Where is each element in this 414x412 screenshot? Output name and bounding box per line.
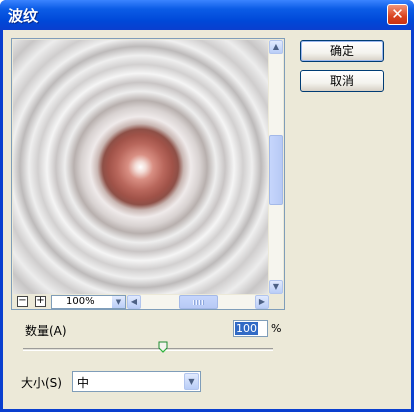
scroll-down-button[interactable]: ▼ (269, 280, 283, 294)
size-selected-value: 中 (77, 376, 90, 390)
arrow-left-icon: ◀ (130, 297, 138, 306)
vertical-scrollbar[interactable]: ▲ ▼ (269, 40, 283, 294)
vertical-scroll-thumb[interactable] (269, 135, 283, 205)
cancel-button[interactable]: 取消 (300, 70, 384, 92)
preview-bottom-bar: − + 100% ▼ ◀ ▶ (13, 295, 283, 309)
title-bar[interactable]: 波纹 ✕ (0, 0, 414, 30)
amount-label: 数量(A) (25, 324, 67, 338)
amount-value: 100 (235, 322, 258, 335)
arrow-right-icon: ▶ (258, 297, 266, 306)
scroll-right-button[interactable]: ▶ (255, 295, 269, 309)
size-select[interactable]: 中 ▼ (72, 371, 201, 392)
horizontal-scrollbar[interactable]: ◀ ▶ (127, 295, 269, 309)
zoom-out-button[interactable]: − (17, 296, 28, 307)
preview-panel: ▲ ▼ − + 100% ▼ ◀ ▶ (11, 38, 285, 310)
scroll-left-button[interactable]: ◀ (127, 295, 141, 309)
scrollbar-corner (269, 295, 283, 309)
close-button[interactable]: ✕ (387, 4, 408, 25)
size-label: 大小(S) (21, 376, 62, 390)
filter-dialog-window: 波纹 ✕ ▲ ▼ − + 100% ▼ ◀ ▶ 确定 取消 数量(A) 100 … (0, 0, 414, 412)
chevron-down-icon[interactable]: ▼ (112, 296, 125, 308)
chevron-down-icon[interactable]: ▼ (184, 373, 199, 390)
zoom-value: 100% (66, 296, 95, 307)
horizontal-scroll-thumb[interactable] (179, 295, 218, 309)
ok-button[interactable]: 确定 (300, 40, 384, 62)
zoom-select[interactable]: 100% ▼ (51, 295, 126, 309)
size-dropdown-arrow: ▼ (188, 377, 195, 386)
arrow-up-icon: ▲ (272, 42, 280, 51)
amount-slider-track[interactable] (23, 348, 273, 351)
close-icon: ✕ (391, 5, 404, 23)
grip-icon (193, 300, 205, 305)
amount-input[interactable]: 100 (233, 320, 268, 337)
amount-slider-thumb[interactable] (158, 341, 168, 353)
window-title: 波纹 (8, 7, 39, 25)
minus-icon: − (18, 295, 27, 306)
dialog-body: ▲ ▼ − + 100% ▼ ◀ ▶ 确定 取消 数量(A) 100 % 大小(… (3, 30, 411, 409)
arrow-down-icon: ▼ (272, 282, 280, 291)
amount-unit: % (271, 322, 282, 335)
scroll-up-button[interactable]: ▲ (269, 40, 283, 54)
ripple-preview-image[interactable] (13, 40, 268, 294)
plus-icon: + (36, 295, 45, 306)
zoom-in-button[interactable]: + (35, 296, 46, 307)
